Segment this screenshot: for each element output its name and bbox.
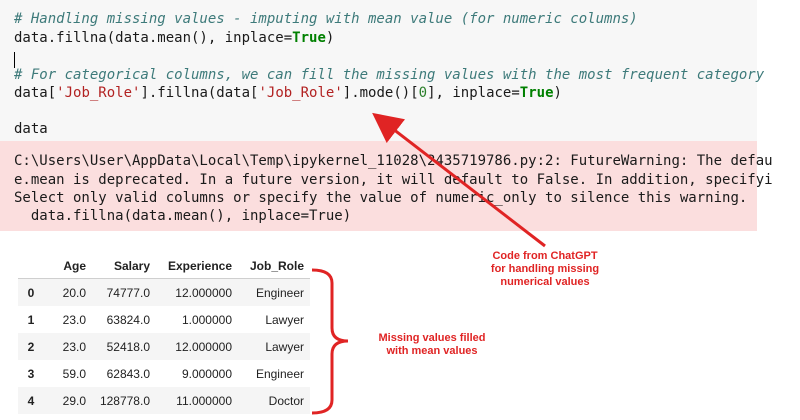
annotation-text: with mean values <box>386 345 478 357</box>
annotation-code-note: Code from ChatGPT for handling missing n… <box>480 250 610 289</box>
annotation-text: Missing values filled <box>378 332 486 344</box>
curly-brace-icon <box>311 268 349 415</box>
annotation-text: numerical values <box>500 276 590 288</box>
annotation-table-note: Missing values filled with mean values <box>357 332 507 358</box>
annotation-text: Code from ChatGPT <box>492 250 598 262</box>
annotation-text: for handling missing <box>490 263 600 275</box>
annotation-arrow <box>372 112 546 248</box>
